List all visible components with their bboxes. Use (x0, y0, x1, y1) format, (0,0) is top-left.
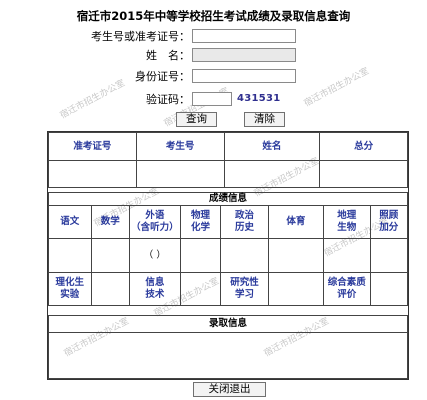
header-research: 研究性 学习 (220, 272, 269, 306)
header-exam-no: 准考证号 (48, 132, 137, 161)
header-physics-chem: 物理 化学 (179, 205, 222, 239)
header-pe: 体育 (267, 205, 324, 239)
id-input[interactable] (192, 69, 296, 83)
header-total: 总分 (319, 132, 408, 161)
header-geo-bio: 地理 生物 (322, 205, 371, 239)
value-politics-history (220, 238, 269, 273)
value-student-no (135, 160, 225, 188)
value-lab-exam (90, 272, 130, 306)
admission-section-title: 录取信息 (48, 315, 408, 333)
query-button[interactable]: 查询 (176, 112, 217, 127)
page-title: 宿迁市2015年中等学校招生考试成绩及录取信息查询 (76, 9, 351, 23)
scores-table: 成绩信息 语文 数学 外语 （含听力） 物理 化学 政治 历史 体育 地理 生物… (48, 192, 409, 306)
header-quality-eval: 综合素质 评价 (322, 272, 371, 306)
value-total (319, 160, 408, 188)
exam-no-label: 考生号或准考证号： (91, 30, 190, 43)
header-math: 数学 (90, 205, 130, 239)
header-bonus: 照顾 加分 (369, 205, 409, 239)
header-politics-history: 政治 历史 (220, 205, 269, 239)
value-it (179, 272, 222, 306)
header-student-no: 考生号 (135, 132, 225, 161)
header-name: 姓名 (223, 132, 321, 161)
value-chinese (48, 238, 92, 273)
value-foreign-lang: （ ） (128, 238, 181, 273)
exam-no-input[interactable] (192, 29, 296, 43)
id-label: 身份证号： (135, 70, 190, 83)
header-it: 信息 技术 (128, 272, 181, 306)
captcha-label: 验证码： (146, 93, 190, 106)
header-chinese: 语文 (48, 205, 92, 239)
value-research (267, 272, 324, 306)
value-name (223, 160, 321, 188)
header-foreign-lang: 外语 （含听力） (128, 205, 181, 239)
scores-section-title: 成绩信息 (48, 192, 408, 206)
value-math (90, 238, 130, 273)
header-lab-exam: 理化生 实验 (48, 272, 92, 306)
result-panel: 准考证号 考生号 姓名 总分 成绩信息 语文 数学 外语 （含听力） 物理 化学… (47, 131, 409, 380)
admission-value (48, 332, 408, 379)
captcha-image[interactable]: 431531 (237, 93, 281, 104)
clear-button[interactable]: 清除 (244, 112, 285, 127)
value-geo-bio (322, 238, 371, 273)
close-button[interactable]: 关闭退出 (193, 382, 266, 397)
captcha-input[interactable] (192, 92, 232, 106)
value-pe (267, 238, 324, 273)
value-physics-chem (179, 238, 222, 273)
value-bonus (369, 238, 409, 273)
admission-table: 录取信息 (48, 315, 408, 379)
value-exam-no (48, 160, 137, 188)
name-input[interactable] (192, 48, 296, 62)
name-label: 姓 名： (146, 49, 190, 62)
basic-info-table: 准考证号 考生号 姓名 总分 (48, 132, 408, 188)
value-quality-eval (369, 272, 409, 306)
